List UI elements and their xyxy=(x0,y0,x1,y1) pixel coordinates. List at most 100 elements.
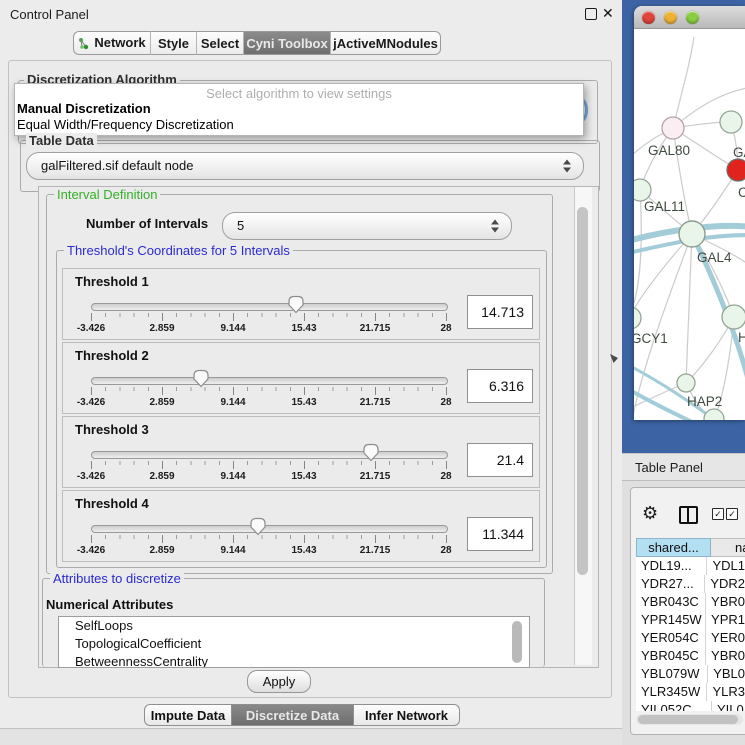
node-label: HAP2 xyxy=(687,394,722,409)
threshold-4-slider-thumb[interactable] xyxy=(249,517,267,536)
top-tabbar: Network Style Select Cyni Toolbox jActiv… xyxy=(73,31,441,57)
network-icon xyxy=(78,37,90,50)
slider-minor-ticks xyxy=(91,313,447,317)
threshold-1-label: Threshold 1 xyxy=(75,274,149,289)
close-icon[interactable]: ✕ xyxy=(602,5,614,22)
apply-button[interactable]: Apply xyxy=(247,670,311,693)
network-view-window: GAL80 GA C GAL11 GAL4 GCY1 H HAP2 xyxy=(634,6,745,420)
float-window-icon[interactable] xyxy=(585,8,597,20)
split-columns-icon[interactable] xyxy=(679,506,698,524)
control-panel-titlebar: Control Panel ✕ xyxy=(0,0,622,28)
node-hap2[interactable] xyxy=(677,374,695,392)
table-row[interactable]: YDR27...YDR2 xyxy=(636,575,745,593)
table-rows: YDL19...YDL1 YDR27...YDR2 YBR043CYBR0 YP… xyxy=(636,557,745,711)
list-item[interactable]: BetweennessCentrality xyxy=(59,653,529,668)
number-of-intervals-value: 5 xyxy=(237,213,244,239)
tab-label: Network xyxy=(94,31,145,55)
list-item[interactable]: TopologicalCoefficient xyxy=(59,635,529,653)
combo-spinner-icon xyxy=(491,220,499,233)
threshold-4-label: Threshold 4 xyxy=(75,496,149,511)
tab-jactivemnodules[interactable]: jActiveMNodules xyxy=(331,31,441,55)
table-data-combobox[interactable]: galFiltered.sif default node xyxy=(26,152,584,180)
threshold-3-slider-track[interactable] xyxy=(91,451,448,459)
bottom-strip xyxy=(0,728,622,745)
control-panel: Control Panel ✕ Network Style Select Cyn… xyxy=(0,0,622,745)
table-row[interactable]: YIL052CYIL0 xyxy=(636,701,745,711)
attributes-group-title: Attributes to discretize xyxy=(50,571,184,586)
threshold-row-2: Threshold 2 -3.4262.8599.14415.4321.7152… xyxy=(62,342,540,414)
node-label: GAL80 xyxy=(648,143,690,158)
table-row[interactable]: YPR145WYPR1 xyxy=(636,611,745,629)
table-row[interactable]: YBL079WYBL0 xyxy=(636,665,745,683)
threshold-2-slider-track[interactable] xyxy=(91,377,448,385)
table-row[interactable]: YBR045CYBR0 xyxy=(636,647,745,665)
interval-definition-group-title: Interval Definition xyxy=(54,187,160,202)
tab-select[interactable]: Select xyxy=(197,31,244,55)
threshold-4-slider-track[interactable] xyxy=(91,525,448,533)
checkbox-checked-icon[interactable]: ✓ xyxy=(712,508,724,520)
threshold-3-value-field[interactable]: 21.4 xyxy=(467,443,533,477)
network-canvas[interactable]: GAL80 GA C GAL11 GAL4 GCY1 H HAP2 xyxy=(634,29,745,420)
zoom-traffic-light-icon[interactable] xyxy=(686,11,699,24)
numerical-attributes-label: Numerical Attributes xyxy=(46,597,173,612)
algorithm-dropdown-popup: Select algorithm to view settings Manual… xyxy=(14,83,584,136)
node-selected-red[interactable] xyxy=(727,159,745,181)
threshold-3-slider-thumb[interactable] xyxy=(362,443,380,462)
tab-infer-network[interactable]: Infer Network xyxy=(354,704,460,726)
slider-minor-ticks xyxy=(91,387,447,391)
network-graph: GAL80 GA C GAL11 GAL4 GCY1 H HAP2 xyxy=(634,29,745,420)
algorithm-option-equal-width[interactable]: Equal Width/Frequency Discretization xyxy=(17,117,234,132)
table-row[interactable]: YDL19...YDL1 xyxy=(636,557,745,575)
node-bottom[interactable] xyxy=(704,409,724,420)
threshold-2-label: Threshold 2 xyxy=(75,348,149,363)
node-gal4[interactable] xyxy=(679,221,705,247)
tab-cyni-toolbox[interactable]: Cyni Toolbox xyxy=(244,31,331,55)
numerical-attributes-list: SelfLoops TopologicalCoefficient Between… xyxy=(58,616,530,668)
table-row[interactable]: YBR043CYBR0 xyxy=(636,593,745,611)
table-data-group-title: Table Data xyxy=(26,133,97,148)
checkbox-checked-icon[interactable]: ✓ xyxy=(726,508,738,520)
table-panel-title: Table Panel xyxy=(635,460,703,475)
threshold-1-slider-track[interactable] xyxy=(91,303,448,311)
threshold-4-value-field[interactable]: 11.344 xyxy=(467,517,533,551)
table-row[interactable]: YLR345WYLR3 xyxy=(636,683,745,701)
tab-network[interactable]: Network xyxy=(73,31,151,55)
threshold-2-slider-thumb[interactable] xyxy=(192,369,210,388)
node-gcy1[interactable] xyxy=(634,307,641,329)
horizontal-scrollbar-track[interactable] xyxy=(636,714,743,725)
tab-impute-data[interactable]: Impute Data xyxy=(144,704,232,726)
column-header-shared[interactable]: shared... xyxy=(636,538,711,557)
number-of-intervals-combobox[interactable]: 5 xyxy=(222,212,512,240)
node-gal80[interactable] xyxy=(662,117,684,139)
threshold-1-slider-thumb[interactable] xyxy=(287,295,305,314)
threshold-2-value-field[interactable]: 6.316 xyxy=(467,369,533,403)
table-header-row: shared... na xyxy=(636,538,745,557)
network-window-titlebar[interactable] xyxy=(634,6,745,29)
threshold-1-value-field[interactable]: 14.713 xyxy=(467,295,533,329)
node-gal11[interactable] xyxy=(634,179,651,201)
vertical-scrollbar-thumb[interactable] xyxy=(577,207,588,575)
table-panel-titlebar: Table Panel xyxy=(622,453,745,481)
bottom-tabbar: Impute Data Discretize Data Infer Networ… xyxy=(144,704,460,727)
algorithm-option-manual[interactable]: Manual Discretization xyxy=(17,101,151,116)
tab-discretize-data[interactable]: Discretize Data xyxy=(232,704,354,726)
node-top-right[interactable] xyxy=(720,111,742,133)
horizontal-scrollbar-thumb[interactable] xyxy=(638,715,738,724)
tab-style[interactable]: Style xyxy=(151,31,197,55)
application-root: Control Panel ✕ Network Style Select Cyn… xyxy=(0,0,745,745)
node-mid-right[interactable] xyxy=(722,305,745,329)
node-label: GAL11 xyxy=(644,199,685,214)
gear-icon[interactable]: ⚙ xyxy=(642,503,658,524)
algorithm-prompt: Select algorithm to view settings xyxy=(15,86,583,101)
list-item[interactable]: SelfLoops xyxy=(59,617,529,635)
slider-minor-ticks xyxy=(91,535,447,539)
table-data-value: galFiltered.sif default node xyxy=(41,153,193,179)
column-header-name[interactable]: na xyxy=(711,538,745,557)
close-traffic-light-icon[interactable] xyxy=(642,11,655,24)
minimize-traffic-light-icon[interactable] xyxy=(664,11,677,24)
number-of-intervals-label: Number of Intervals xyxy=(86,216,208,231)
table-row[interactable]: YER054CYER0 xyxy=(636,629,745,647)
threshold-row-3: Threshold 3 -3.4262.8599.14415.4321.7152… xyxy=(62,416,540,488)
list-scrollbar-thumb[interactable] xyxy=(512,621,522,663)
threshold-3-label: Threshold 3 xyxy=(75,422,149,437)
